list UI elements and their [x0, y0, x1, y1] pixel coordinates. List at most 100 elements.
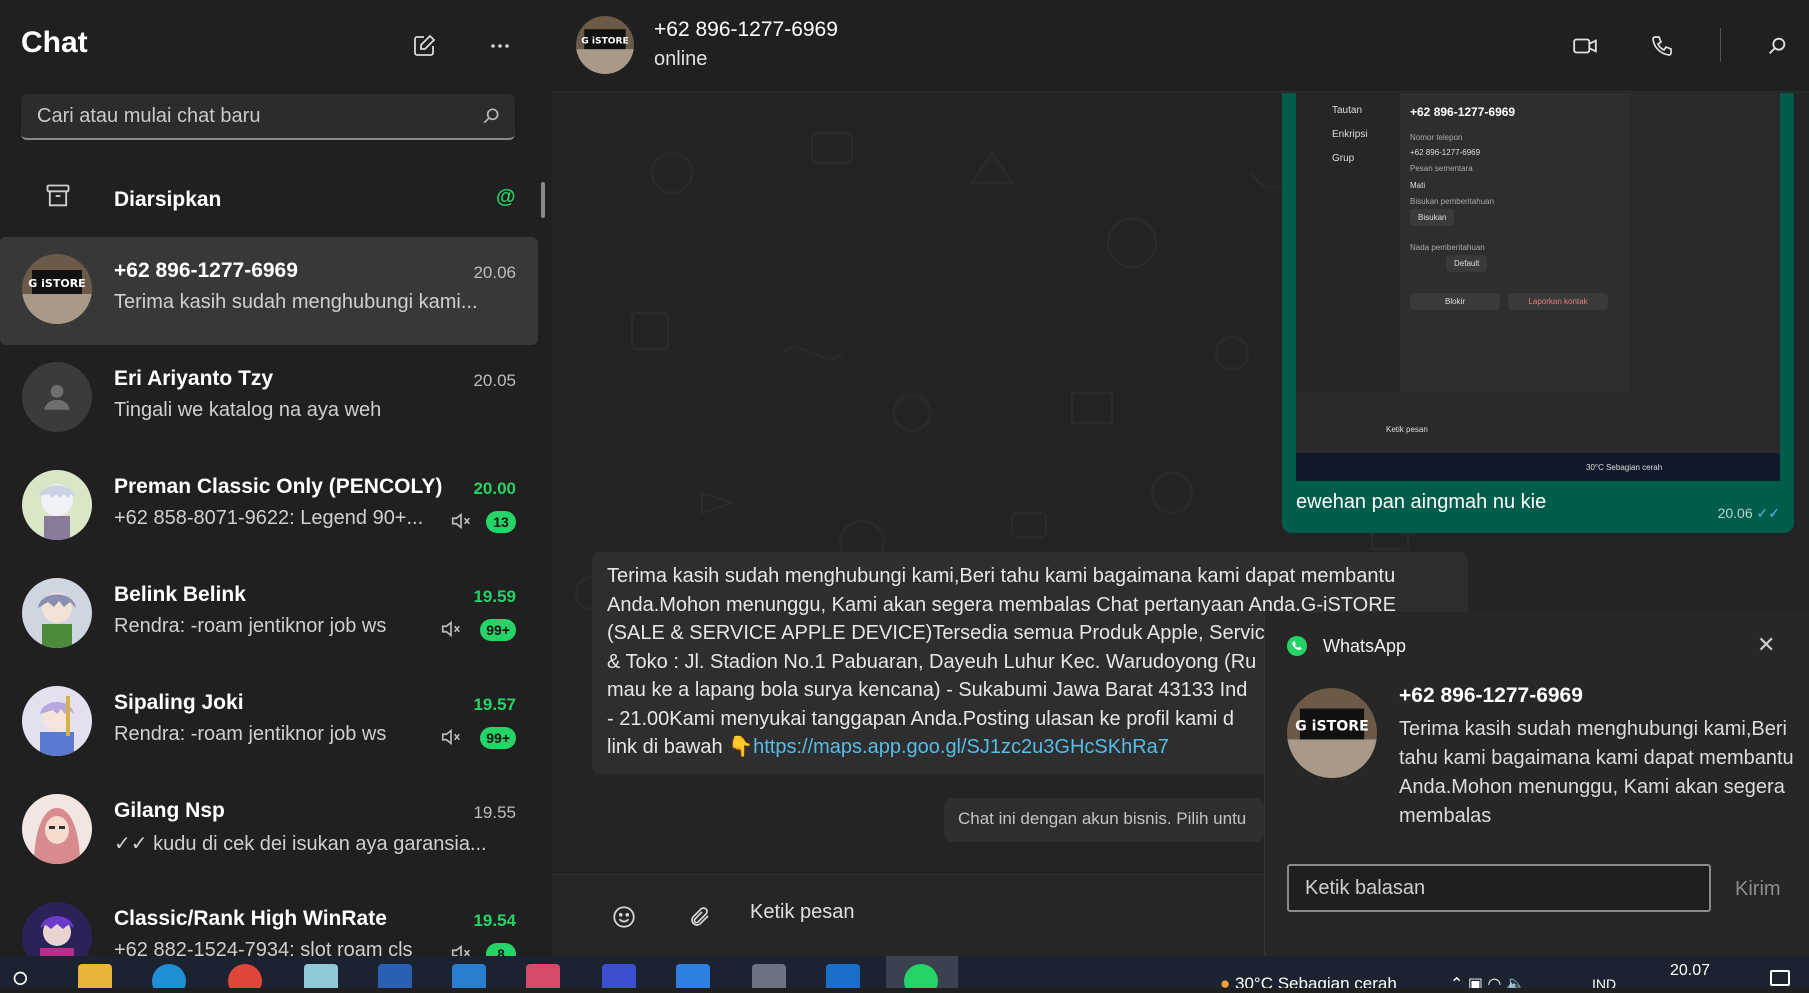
mail-icon[interactable] — [676, 964, 710, 988]
screenshot-value: Mati — [1410, 181, 1426, 190]
default-user-icon — [44, 384, 70, 410]
search-box — [21, 94, 515, 140]
chat-name: Eri Ariyanto Tzy — [114, 367, 274, 390]
chat-preview: +62 858-8071-9622: Legend 90+... — [114, 507, 424, 529]
notification-app-name: WhatsApp — [1323, 636, 1407, 656]
message-time: 20.06 ✓✓ — [1718, 505, 1780, 522]
search-icon — [1769, 37, 1786, 54]
screenshot-sidebar: Tautan Enkripsi Grup — [1296, 93, 1400, 393]
search-chat-button[interactable] — [1757, 26, 1797, 66]
avatar — [22, 794, 92, 864]
chat-time: 20.05 — [473, 371, 516, 390]
double-check-icon: ✓✓ — [1756, 505, 1780, 521]
archived-chats-row[interactable]: Diarsipkan @ — [0, 168, 540, 230]
send-reply-button[interactable]: Kirim — [1735, 878, 1781, 901]
chat-time: 20.06 — [473, 263, 516, 282]
emoji-button[interactable] — [604, 897, 644, 937]
word-icon[interactable] — [378, 964, 412, 988]
paperclip-icon — [691, 907, 709, 926]
istore-logo-icon: G iSTORE — [1287, 688, 1377, 778]
attached-screenshot[interactable]: Tautan Enkripsi Grup +62 896-1277-6969 N… — [1296, 93, 1780, 481]
sidebar-scrollbar[interactable] — [541, 182, 545, 218]
avatar — [22, 578, 92, 648]
chat-time: 20.00 — [473, 479, 516, 498]
whatsapp-window: Chat Diarsipkan @ G iSTORE +62 896-1277-… — [0, 0, 1809, 972]
message-input[interactable]: Ketik pesan — [750, 901, 855, 924]
contact-avatar[interactable]: G iSTORE — [576, 16, 634, 74]
conversation-header: G iSTORE +62 896-1277-6969 online — [552, 0, 1809, 92]
screenshot-weather: 30°C Sebagian cerah — [1586, 463, 1663, 472]
clock[interactable]: 20.07 — [1670, 962, 1710, 980]
file-explorer-icon[interactable] — [78, 964, 112, 988]
business-account-notice[interactable]: Chat ini dengan akun bisnis. Pilih untu — [944, 798, 1264, 842]
chat-name: +62 896-1277-6969 — [114, 259, 298, 282]
notification-toast[interactable]: WhatsApp ✕ G iSTORE +62 896-1277-6969 Te… — [1264, 612, 1809, 956]
notepad-icon[interactable] — [304, 964, 338, 988]
compose-icon — [414, 34, 436, 56]
video-call-button[interactable] — [1565, 26, 1605, 66]
anime-avatar-icon — [22, 470, 92, 540]
avatar — [22, 686, 92, 756]
screenshot-taskbar: 30°C Sebagian cerah — [1296, 453, 1780, 481]
more-options-button[interactable] — [480, 26, 520, 66]
input-language[interactable]: IND — [1592, 976, 1616, 988]
whatsapp-icon — [1287, 636, 1307, 656]
message-time-text: 20.06 — [1717, 505, 1753, 521]
screenshot-menu-item: Enkripsi — [1332, 129, 1368, 140]
chat-list-item[interactable]: Preman Classic Only (PENCOLY) 20.00 +62 … — [0, 453, 538, 561]
ellipsis-icon — [491, 44, 509, 48]
istore-logo-icon: G iSTORE — [22, 254, 92, 324]
chat-preview: Rendra: -roam jentiknor job ws — [114, 615, 387, 637]
screenshot-label: Pesan sementara — [1410, 164, 1473, 173]
chat-list-item[interactable]: Gilang Nsp 19.55 ✓✓ kudu di cek dei isuk… — [0, 777, 538, 885]
chat-list-item[interactable]: G iSTORE +62 896-1277-6969 20.06 Terima … — [0, 237, 538, 345]
chat-name: Classic/Rank High WinRate — [114, 907, 387, 930]
powershell-icon[interactable] — [602, 964, 636, 988]
maps-link[interactable]: https://maps.app.goo.gl/SJ1zc2u3GHcSKhRa… — [753, 736, 1169, 758]
muted-icon — [451, 512, 470, 530]
chat-list-item[interactable]: Belink Belink 19.59 Rendra: -roam jentik… — [0, 561, 538, 669]
svg-text:G iSTORE: G iSTORE — [581, 36, 629, 46]
vscode-icon[interactable] — [452, 964, 486, 988]
camera-icon[interactable] — [752, 964, 786, 988]
chat-list-item[interactable]: Eri Ariyanto Tzy 20.05 Tingali we katalo… — [0, 345, 538, 453]
hijab-avatar-icon — [22, 794, 92, 864]
screenshot-value: Default — [1446, 255, 1488, 272]
outgoing-image-message[interactable]: Tautan Enkripsi Grup +62 896-1277-6969 N… — [1282, 93, 1794, 533]
attach-button[interactable] — [680, 897, 720, 937]
contact-name[interactable]: +62 896-1277-6969 — [654, 18, 838, 42]
svg-text:G iSTORE: G iSTORE — [1295, 718, 1369, 734]
video-camera-icon — [1573, 38, 1597, 54]
archived-label: Diarsipkan — [114, 188, 222, 211]
muted-icon — [441, 728, 460, 746]
screenshot-composer: Ketik pesan — [1296, 413, 1780, 453]
svg-text:G iSTORE: G iSTORE — [28, 277, 85, 290]
archive-icon — [46, 184, 70, 207]
close-icon[interactable]: ✕ — [1757, 632, 1775, 658]
chat-name: Preman Classic Only (PENCOLY) — [114, 475, 443, 498]
app-icon[interactable] — [526, 964, 560, 988]
anime-avatar-icon — [22, 686, 92, 756]
chat-preview: Terima kasih sudah menghubungi kami... — [114, 291, 478, 313]
notification-title: +62 896-1277-6969 — [1399, 684, 1583, 707]
system-tray-icons[interactable]: ⌃ ▣ ◠ 🔈 — [1450, 974, 1526, 988]
chat-list-item[interactable]: Sipaling Joki 19.57 Rendra: -roam jentik… — [0, 669, 538, 777]
chat-time: 19.59 — [473, 587, 516, 606]
new-chat-button[interactable] — [404, 26, 444, 66]
search-icon — [483, 108, 499, 124]
muted-icon — [441, 620, 460, 638]
app-icon[interactable] — [826, 964, 860, 988]
notification-center-icon[interactable] — [1770, 970, 1790, 986]
search-input[interactable] — [37, 94, 477, 138]
edge-browser-icon[interactable] — [152, 964, 186, 988]
chrome-browser-icon[interactable] — [228, 964, 262, 988]
screenshot-value: Bisukan — [1410, 209, 1455, 226]
unread-badge: 99+ — [480, 727, 516, 749]
weather-widget[interactable]: ● 30°C Sebagian cerah — [1220, 974, 1397, 988]
voice-call-button[interactable] — [1642, 26, 1682, 66]
windows-search-icon[interactable] — [12, 970, 32, 988]
chat-name: Sipaling Joki — [114, 691, 244, 714]
screenshot-block-button: Blokir — [1410, 293, 1500, 310]
reply-input[interactable] — [1287, 864, 1711, 912]
mention-indicator: @ — [496, 186, 516, 208]
